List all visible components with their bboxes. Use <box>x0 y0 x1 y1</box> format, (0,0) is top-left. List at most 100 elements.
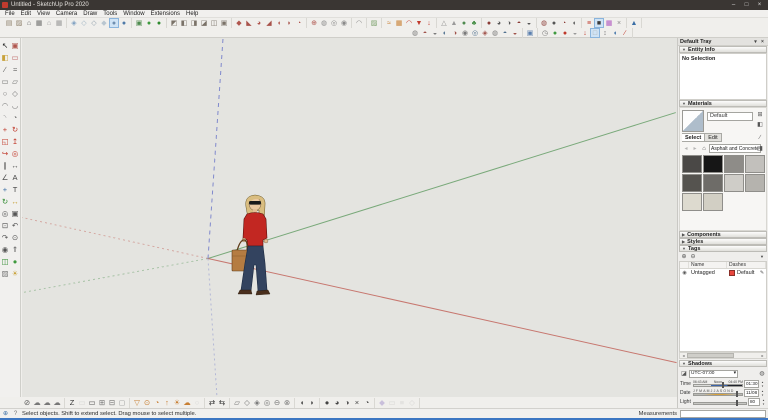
rectangle-icon[interactable]: ▭ <box>0 76 10 88</box>
tape-measure-icon[interactable]: ∥ <box>0 160 10 172</box>
outer-shell-icon[interactable]: ◆ <box>234 18 244 28</box>
pan-icon[interactable]: ↔ <box>10 196 20 208</box>
funnel-icon[interactable]: ▽ <box>132 398 142 408</box>
purple-diamond-icon[interactable]: ◆ <box>377 398 387 408</box>
match-photo-icon[interactable]: ▨ <box>0 268 10 280</box>
paint-bucket-icon[interactable]: ◧ <box>0 52 10 64</box>
pin-icon[interactable]: ▾ <box>752 39 759 45</box>
speech-icon[interactable]: ◖ <box>610 28 620 38</box>
disabled-tool-icon[interactable]: ▭ <box>77 398 87 408</box>
back-icon[interactable]: ◂ <box>682 145 690 153</box>
hidden-line-icon[interactable]: ◆ <box>99 18 109 28</box>
freehand-icon[interactable]: ≈ <box>10 64 20 76</box>
subtract-icon[interactable]: ◢ <box>264 18 274 28</box>
color-gradient-icon[interactable]: ▦ <box>604 18 614 28</box>
three-point-arc-icon[interactable]: ◝ <box>0 112 10 124</box>
back-view-icon[interactable]: ◫ <box>209 18 219 28</box>
shadows-icon[interactable]: ☀ <box>10 268 20 280</box>
smoove-icon[interactable]: ◠ <box>404 18 414 28</box>
photo-match-icon[interactable]: ▨ <box>369 18 379 28</box>
drape-icon[interactable]: ↓ <box>424 18 434 28</box>
toggle-terrain-icon[interactable]: □ <box>590 28 600 38</box>
push-pull-icon[interactable]: ↥ <box>10 136 20 148</box>
circle-x-icon[interactable]: ⊗ <box>282 398 292 408</box>
window-grid-icon[interactable]: ⊞ <box>97 398 107 408</box>
line-icon[interactable]: ∕ <box>0 64 10 76</box>
save-scene-icon[interactable]: ▣ <box>525 28 535 38</box>
measurements-input[interactable] <box>680 409 766 418</box>
materials-header[interactable]: ▼ Materials <box>679 100 767 107</box>
zoom-window-icon[interactable]: ▣ <box>10 208 20 220</box>
zoom-icon[interactable]: ◎ <box>0 208 10 220</box>
dark-sphere-icon[interactable]: ● <box>322 398 332 408</box>
dark-quarter-icon[interactable]: ◔ <box>362 398 372 408</box>
scale-figure[interactable] <box>227 193 289 305</box>
filter-icon[interactable]: ▼ <box>758 253 766 261</box>
swatch-asphalt-old[interactable] <box>682 174 702 192</box>
time-value-field[interactable]: 01:30 PM <box>744 379 759 388</box>
menu-item[interactable]: Draw <box>80 10 100 18</box>
remove-tag-icon[interactable]: ⊖ <box>689 253 697 261</box>
menu-item[interactable]: File <box>2 10 18 18</box>
scale-icon[interactable]: ◱ <box>0 136 10 148</box>
warehouse-icon[interactable]: ◍ <box>539 18 549 28</box>
components-header[interactable]: ▶ Components <box>679 231 767 238</box>
time-slider-thumb[interactable] <box>722 381 724 388</box>
swatch-concrete-light[interactable] <box>745 155 765 173</box>
swap-arrows-2-icon[interactable]: ⇆ <box>217 398 227 408</box>
window-split-icon[interactable]: ⊟ <box>107 398 117 408</box>
diamond-icon[interactable]: ◇ <box>242 398 252 408</box>
iso-view-icon[interactable]: ◩ <box>169 18 179 28</box>
menu-item[interactable]: Edit <box>18 10 34 18</box>
back-edges-icon[interactable]: ◇ <box>79 18 89 28</box>
ring-icon[interactable]: ◎ <box>262 398 272 408</box>
dark-pie-icon[interactable]: ◕ <box>332 398 342 408</box>
stamp-icon[interactable]: ▼ <box>414 18 424 28</box>
remove-location-icon[interactable]: ● <box>560 28 570 38</box>
forward-icon[interactable]: ▸ <box>691 145 699 153</box>
cloud-2-icon[interactable]: ☁ <box>42 398 52 408</box>
camera-zoom-icon[interactable]: ◎ <box>470 28 480 38</box>
soften-icon[interactable]: ◔ <box>294 18 304 28</box>
section-plane-icon[interactable]: ⊕ <box>309 18 319 28</box>
tags-header[interactable]: ▼ Tags <box>679 245 767 252</box>
bezier-icon[interactable]: ◠ <box>354 18 364 28</box>
close-button[interactable]: × <box>753 0 766 10</box>
swap-arrows-icon[interactable]: ⇄ <box>207 398 217 408</box>
import-terrain-icon[interactable]: ↓ <box>580 28 590 38</box>
visible-eye-icon[interactable]: ◉ <box>680 270 689 276</box>
intersect-icon[interactable]: ◣ <box>244 18 254 28</box>
left-view-icon[interactable]: ▣ <box>219 18 229 28</box>
lock-camera-icon[interactable]: ◒ <box>430 28 440 38</box>
menu-item[interactable]: Camera <box>53 10 80 18</box>
time-stepper[interactable]: ▴ ▾ <box>760 380 765 388</box>
new-icon[interactable]: ▤ <box>4 18 14 28</box>
time-icon[interactable]: ◷ <box>540 28 550 38</box>
lock-icon[interactable]: ◻ <box>117 398 127 408</box>
entity-info-header[interactable]: ▼ Entity Info <box>679 46 767 53</box>
soften-edges-icon[interactable]: ◒ <box>524 18 534 28</box>
swatch-asphalt-dark[interactable] <box>682 155 702 173</box>
diamond-fill-icon[interactable]: ◈ <box>252 398 262 408</box>
from-contours-icon[interactable]: ≈ <box>384 18 394 28</box>
swatch-asphalt-new[interactable] <box>703 155 723 173</box>
pie-icon[interactable]: ◔ <box>10 112 20 124</box>
walk-icon[interactable]: ⇑ <box>10 244 20 256</box>
offset-icon[interactable]: ◎ <box>10 148 20 160</box>
3d-text-icon[interactable]: T <box>10 184 20 196</box>
tags-toolbar-icon[interactable]: ≡ <box>584 18 594 28</box>
zoom-extents-icon[interactable]: ⊡ <box>0 220 10 232</box>
component-attributes-icon[interactable]: ◑ <box>504 18 514 28</box>
warehouse-sphere-icon[interactable]: ● <box>154 18 164 28</box>
collections-icon[interactable]: ◨ <box>756 144 764 152</box>
styles-header[interactable]: ▶ Styles <box>679 238 767 245</box>
tags-horizontal-scrollbar[interactable]: ◂ ▸ <box>679 352 767 359</box>
camera-dolly-icon[interactable]: ◐ <box>440 28 450 38</box>
cut-icon[interactable]: × <box>614 18 624 28</box>
camera-orbit-icon[interactable]: ◉ <box>460 28 470 38</box>
select-icon[interactable]: ↖ <box>0 40 10 52</box>
column-name[interactable]: Name <box>689 262 727 268</box>
create-material-icon[interactable]: ⊞ <box>756 110 764 118</box>
eraser-icon[interactable]: ▭ <box>10 52 20 64</box>
share-component-icon[interactable]: ◔ <box>559 18 569 28</box>
